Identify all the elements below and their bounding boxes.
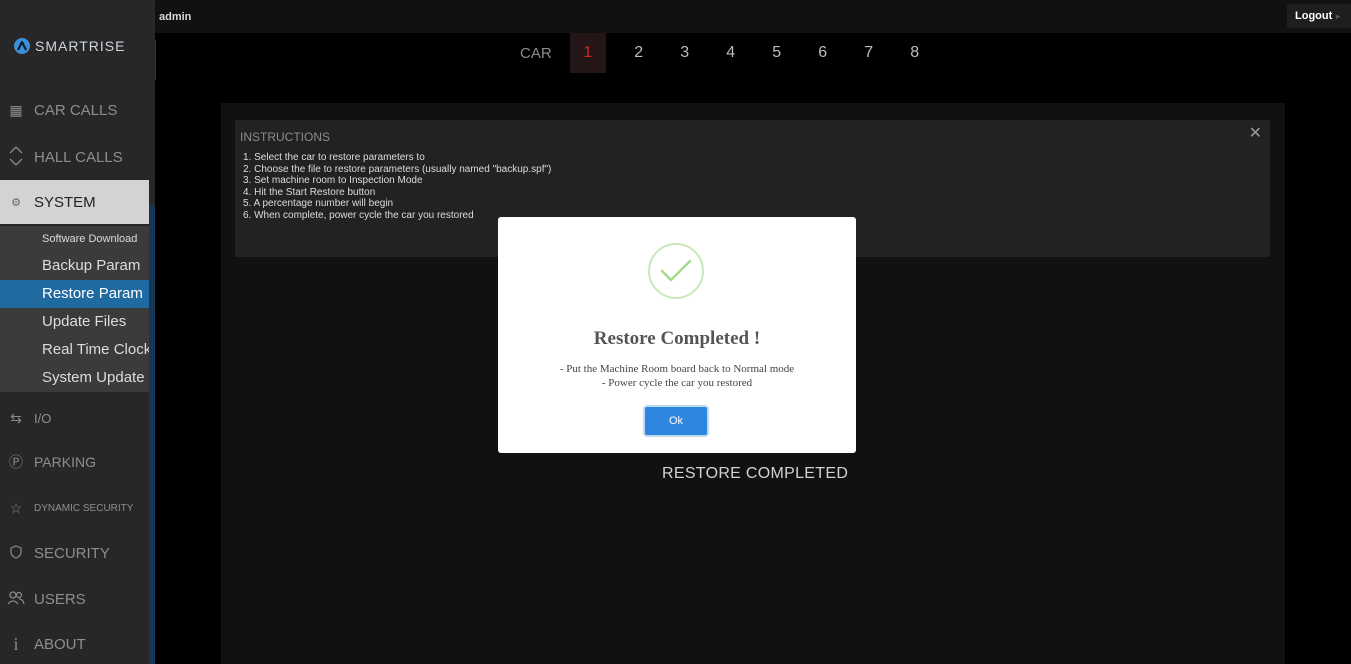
gear-icon: ⚙ xyxy=(11,196,21,209)
car-tab-7[interactable]: 7 xyxy=(846,33,892,73)
sidebar-item-label: I/O xyxy=(34,410,52,426)
brand-name: SMARTRISE xyxy=(35,38,126,54)
top-bar: admin Logout ► xyxy=(0,0,1351,33)
dialog-message-line: - Power cycle the car you restored xyxy=(601,377,753,389)
car-tab-6[interactable]: 6 xyxy=(800,33,846,73)
sidebar-item-label: USERS xyxy=(34,590,86,608)
sidebar-item-label: PARKING xyxy=(34,454,96,470)
logo-icon xyxy=(14,38,30,54)
instruction-line: 5. A percentage number will begin xyxy=(243,198,394,210)
dialog-title: Restore Completed ! xyxy=(593,328,761,349)
logout-button[interactable]: Logout ► xyxy=(1287,4,1351,28)
brand-logo: SMARTRISE xyxy=(14,36,125,56)
car-tab-5[interactable]: 5 xyxy=(754,33,800,73)
sidebar-scrollbar[interactable] xyxy=(149,205,155,664)
instruction-line: 2. Choose the file to restore parameters… xyxy=(243,163,552,175)
sidebar-item-label: HALL CALLS xyxy=(34,148,123,166)
car-calls-icon: ▦ xyxy=(9,101,23,118)
shield-icon xyxy=(6,544,26,562)
submenu-item-update-files[interactable]: Update Files xyxy=(0,308,149,336)
sidebar-item-car-calls[interactable]: ▦ CAR CALLS xyxy=(0,96,149,124)
star-icon: ☆ xyxy=(9,499,23,516)
submenu-item-restore-param[interactable]: Restore Param xyxy=(0,280,149,308)
car-selector: CAR 1 2 3 4 5 6 7 8 xyxy=(520,33,938,73)
sidebar-item-io[interactable]: ⇆ I/O xyxy=(0,404,149,432)
car-label: CAR xyxy=(520,44,552,62)
logout-label: Logout xyxy=(1295,10,1333,22)
instruction-line: 4. Hit the Start Restore button xyxy=(243,186,376,198)
instruction-line: 3. Set machine room to Inspection Mode xyxy=(243,175,423,187)
info-icon: i xyxy=(13,633,19,654)
hall-calls-icon xyxy=(6,145,26,170)
chevron-right-icon: ► xyxy=(1334,12,1343,21)
submenu-item-real-time-clock[interactable]: Real Time Clock xyxy=(0,336,149,364)
instruction-line: 1. Select the car to restore parameters … xyxy=(243,152,425,163)
car-tab-1[interactable]: 1 xyxy=(569,33,606,73)
sidebar-item-system[interactable]: ⚙ SYSTEM xyxy=(0,180,149,224)
sidebar-item-hall-calls[interactable]: HALL CALLS xyxy=(0,143,149,171)
sidebar-item-dynamic-security[interactable]: ☆ DYNAMIC SECURITY xyxy=(0,494,149,522)
sidebar-item-users[interactable]: USERS xyxy=(0,585,149,613)
ok-button[interactable]: Ok xyxy=(643,405,709,437)
dialog-message-line: - Put the Machine Room board back to Nor… xyxy=(559,363,795,375)
sidebar-item-label: ABOUT xyxy=(34,635,86,653)
instructions-title: INSTRUCTIONS xyxy=(240,130,330,144)
sidebar-item-label: SYSTEM xyxy=(34,193,96,211)
username: admin xyxy=(159,11,192,23)
sidebar-item-label: SECURITY xyxy=(34,544,110,562)
status-text: RESTORE COMPLETED xyxy=(662,465,849,482)
instructions-list: 1. Select the car to restore parameters … xyxy=(243,152,551,222)
sidebar-item-label: CAR CALLS xyxy=(34,101,118,119)
sidebar-item-label: DYNAMIC SECURITY xyxy=(34,502,134,514)
car-tab-8[interactable]: 8 xyxy=(892,33,938,73)
users-icon xyxy=(6,590,26,608)
submenu-item-software-download[interactable]: Software Download xyxy=(0,226,149,252)
system-submenu: Software Download Backup Param Restore P… xyxy=(0,226,149,392)
parking-icon: Ⓟ xyxy=(9,454,23,470)
car-tab-4[interactable]: 4 xyxy=(708,33,754,73)
car-tab-2[interactable]: 2 xyxy=(616,33,662,73)
io-icon: ⇆ xyxy=(10,409,22,426)
sidebar-item-about[interactable]: i ABOUT xyxy=(0,630,149,658)
restore-completed-dialog: Restore Completed ! - Put the Machine Ro… xyxy=(498,217,856,453)
sidebar-item-security[interactable]: SECURITY xyxy=(0,539,149,567)
sidebar-item-parking[interactable]: Ⓟ PARKING xyxy=(0,448,149,476)
submenu-item-backup-param[interactable]: Backup Param xyxy=(0,252,149,280)
car-tab-3[interactable]: 3 xyxy=(662,33,708,73)
success-check-icon xyxy=(648,243,704,299)
divider xyxy=(155,40,156,80)
sidebar: SMARTRISE ▦ CAR CALLS HALL CALLS ⚙ SYSTE… xyxy=(0,0,155,664)
close-icon[interactable]: ✕ xyxy=(1249,123,1262,143)
submenu-item-system-update[interactable]: System Update xyxy=(0,364,149,392)
